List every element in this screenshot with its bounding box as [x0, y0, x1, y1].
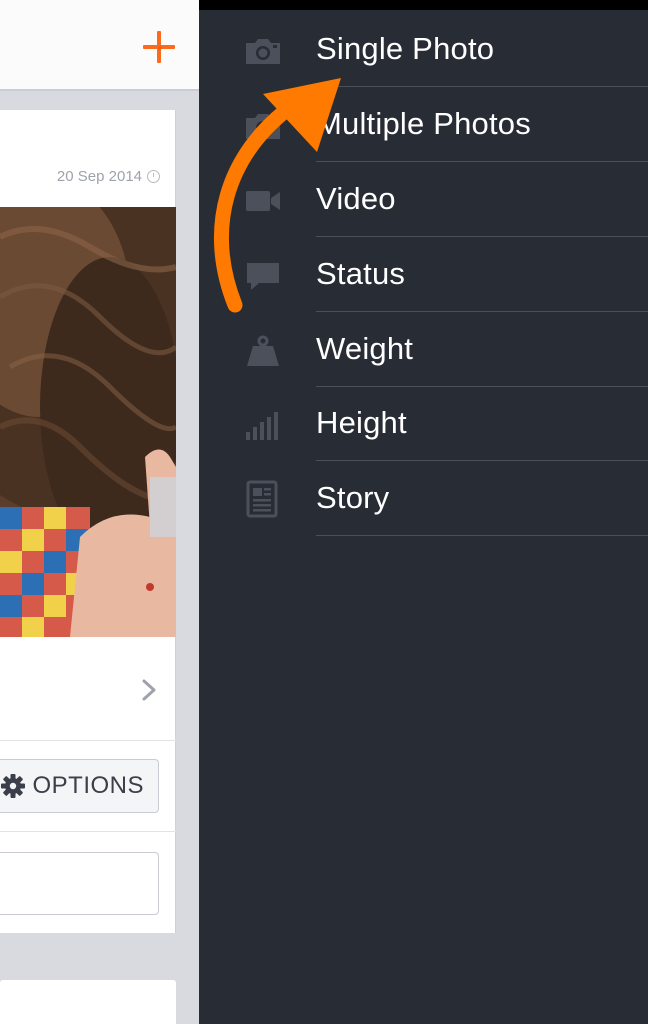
- camera-icon: [243, 30, 283, 70]
- menu-item-status[interactable]: Status: [199, 237, 648, 312]
- menu-item-story[interactable]: Story: [199, 461, 648, 536]
- post-card: 20 Sep 2014 OPTIONS: [0, 110, 176, 933]
- main-content-panel: 20 Sep 2014 OPTIONS: [0, 0, 199, 1024]
- menu-item-label: Multiple Photos: [316, 106, 531, 141]
- add-post-drawer: Single Photo Multiple Photos Video Statu…: [199, 10, 648, 1024]
- document-icon: [243, 479, 283, 519]
- options-label: OPTIONS: [32, 772, 144, 799]
- menu-item-label: Status: [316, 256, 406, 291]
- video-camera-icon: [243, 180, 283, 220]
- chevron-right-icon: [139, 679, 159, 701]
- menu-item-single-photo[interactable]: Single Photo: [199, 12, 648, 87]
- camera-icon: [243, 105, 283, 145]
- signal-bars-icon: [243, 404, 283, 444]
- next-post-card: [0, 980, 176, 1024]
- menu-item-multiple-photos[interactable]: Multiple Photos: [199, 87, 648, 162]
- top-bar: [0, 0, 199, 91]
- add-button[interactable]: [138, 24, 180, 70]
- post-photo[interactable]: [0, 207, 176, 637]
- divider: [316, 534, 648, 536]
- menu-item-label: Video: [316, 181, 396, 216]
- menu-item-height[interactable]: Height: [199, 386, 648, 461]
- menu-item-label: Weight: [316, 331, 414, 366]
- post-date: 20 Sep 2014: [0, 168, 160, 185]
- clock-icon: [147, 170, 160, 183]
- speech-bubble-icon: [243, 255, 283, 295]
- weight-icon: [243, 330, 283, 370]
- divider: [0, 831, 176, 832]
- menu-item-label: Single Photo: [316, 31, 495, 66]
- menu-item-video[interactable]: Video: [199, 162, 648, 237]
- comment-input[interactable]: [0, 852, 159, 915]
- menu-item-weight[interactable]: Weight: [199, 312, 648, 387]
- menu-item-label: Height: [316, 405, 407, 440]
- gear-icon: [0, 773, 26, 799]
- menu-item-label: Story: [316, 480, 390, 515]
- post-date-text: 20 Sep 2014: [56, 168, 142, 185]
- post-detail-row[interactable]: [0, 637, 176, 741]
- options-button[interactable]: OPTIONS: [0, 759, 159, 813]
